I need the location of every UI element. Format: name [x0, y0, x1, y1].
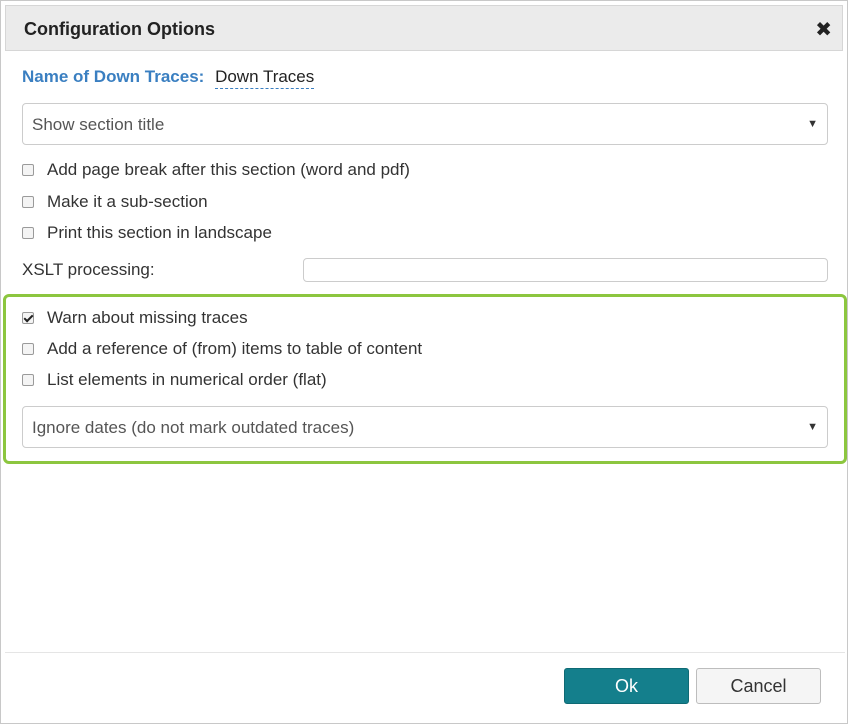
numerical-order-option[interactable]: List elements in numerical order (flat) — [22, 369, 327, 391]
toc-reference-label: Add a reference of (from) items to table… — [47, 339, 423, 358]
toc-reference-checkbox[interactable] — [22, 343, 34, 355]
sub-section-option[interactable]: Make it a sub-section — [22, 191, 208, 213]
name-label: Name of Down Traces: — [22, 67, 205, 86]
name-row: Name of Down Traces: Down Traces — [22, 67, 315, 89]
landscape-option[interactable]: Print this section in landscape — [22, 222, 272, 244]
page-break-label: Add page break after this section (word … — [47, 160, 410, 179]
numerical-order-label: List elements in numerical order (flat) — [47, 370, 327, 389]
dates-select-value: Ignore dates (do not mark outdated trace… — [32, 418, 355, 437]
sub-section-checkbox[interactable] — [22, 196, 34, 208]
xslt-label: XSLT processing: — [22, 260, 155, 279]
landscape-checkbox[interactable] — [22, 227, 34, 239]
chevron-down-icon: ▼ — [807, 118, 818, 130]
sub-section-label: Make it a sub-section — [47, 192, 208, 211]
ok-button[interactable]: Ok — [564, 668, 689, 704]
chevron-down-icon: ▼ — [807, 421, 818, 433]
landscape-label: Print this section in landscape — [47, 223, 272, 242]
section-title-select[interactable]: Show section title ▼ — [22, 103, 828, 145]
page-break-option[interactable]: Add page break after this section (word … — [22, 159, 410, 181]
warn-missing-traces-label: Warn about missing traces — [47, 308, 248, 327]
cancel-button[interactable]: Cancel — [696, 668, 821, 704]
footer-divider — [5, 652, 845, 653]
warn-missing-traces-option[interactable]: Warn about missing traces — [22, 307, 248, 329]
dialog-header: Configuration Options ✖ — [5, 5, 843, 51]
toc-reference-option[interactable]: Add a reference of (from) items to table… — [22, 338, 422, 360]
warn-missing-traces-checkbox[interactable] — [22, 312, 34, 324]
configuration-dialog: Configuration Options ✖ Name of Down Tra… — [0, 0, 848, 724]
numerical-order-checkbox[interactable] — [22, 374, 34, 386]
dates-select[interactable]: Ignore dates (do not mark outdated trace… — [22, 406, 828, 448]
name-value-editable[interactable]: Down Traces — [215, 67, 315, 89]
close-icon[interactable]: ✖ — [815, 20, 832, 40]
section-title-select-value: Show section title — [32, 115, 165, 134]
xslt-input[interactable] — [303, 258, 828, 282]
dialog-title: Configuration Options — [24, 19, 215, 39]
page-break-checkbox[interactable] — [22, 164, 34, 176]
